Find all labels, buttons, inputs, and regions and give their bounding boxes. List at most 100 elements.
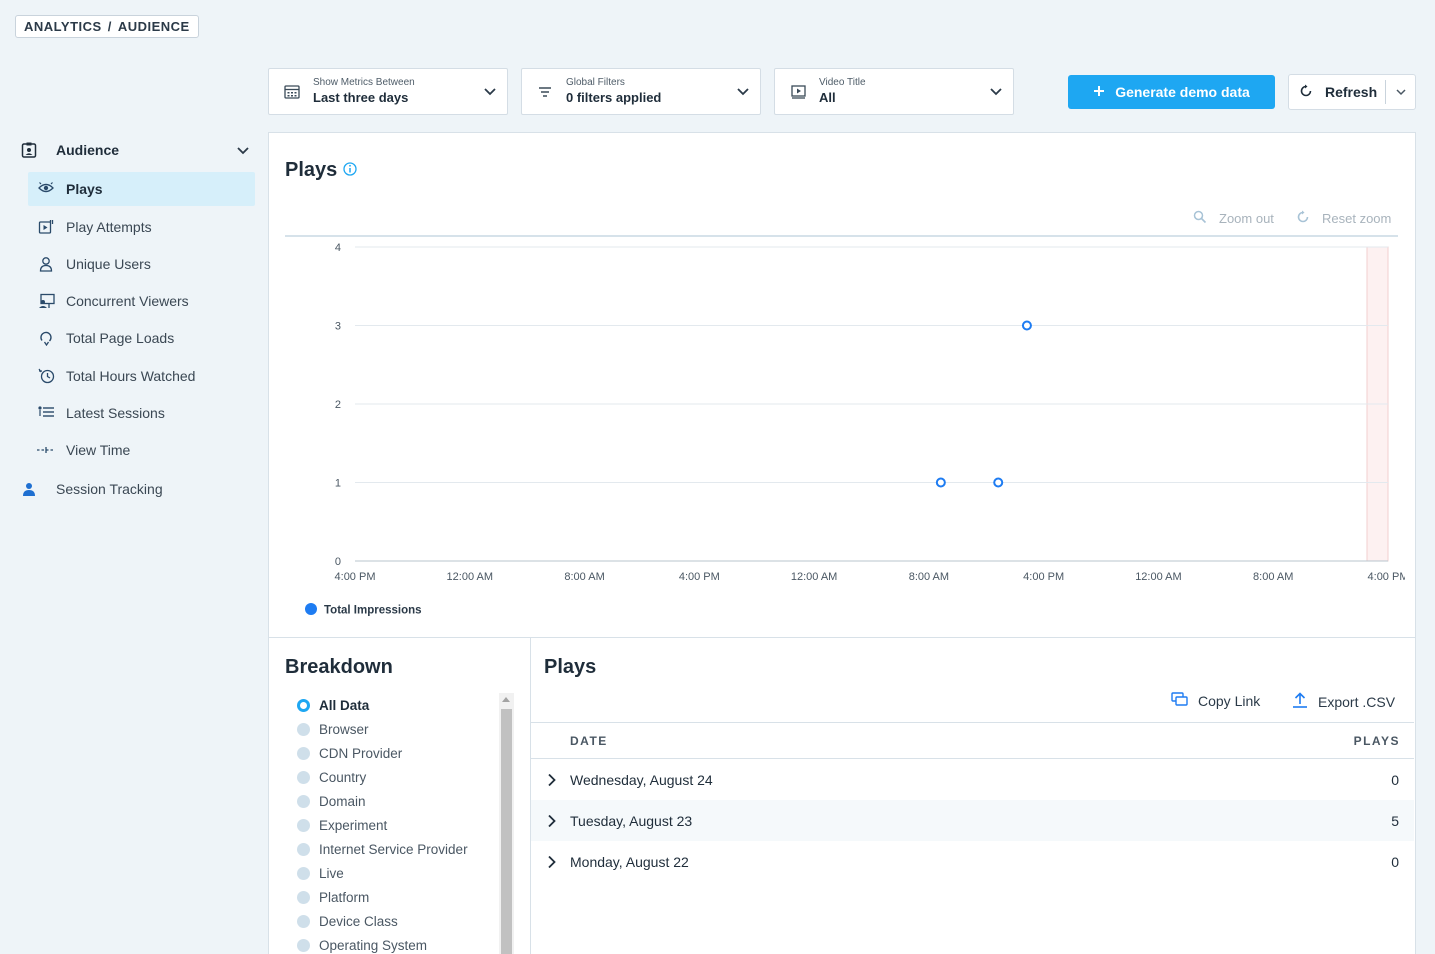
zoom-out-button[interactable]: Zoom out [1193,210,1274,227]
user-icon [37,255,55,273]
scroll-up-arrow-icon[interactable] [502,697,510,702]
breakdown-option-platform[interactable]: Platform [297,887,369,907]
sidebar-item-plays[interactable]: Plays [28,172,255,206]
sidebar-item-label: View Time [66,442,131,458]
copy-link-label: Copy Link [1198,693,1261,709]
sidebar-item-latest-sessions[interactable]: Latest Sessions [28,396,255,430]
breakdown-scrollbar[interactable] [499,693,514,954]
info-icon[interactable] [343,159,357,182]
sidebar-item-session-tracking[interactable]: Session Tracking [20,474,256,504]
row-plays: 0 [1391,771,1399,788]
data-point[interactable] [1021,320,1032,331]
eye-icon [37,180,55,198]
breakdown-option-experiment[interactable]: Experiment [297,815,387,835]
table-row[interactable]: Monday, August 22 0 [531,841,1414,882]
refresh-options-button[interactable] [1386,86,1415,98]
sidebar-item-label: Plays [66,181,103,197]
video-title-value: All [819,90,836,105]
chevron-right-icon[interactable] [547,855,557,872]
refresh-button-group: Refresh [1288,74,1416,110]
person-icon [20,480,38,498]
breakdown-option-isp[interactable]: Internet Service Provider [297,839,468,859]
x-tick-label: 4:00 PM [1023,571,1064,583]
export-csv-button[interactable]: Export .CSV [1292,692,1395,711]
reset-zoom-label: Reset zoom [1322,211,1392,226]
breakdown-option-label: All Data [319,697,370,713]
sidebar-item-concurrent-viewers[interactable]: Concurrent Viewers [28,284,255,318]
sidebar-item-total-hours-watched[interactable]: Total Hours Watched [28,359,255,393]
breakdown-option-all-data[interactable]: All Data [297,695,369,715]
video-icon [789,83,807,101]
sidebar-group-audience[interactable]: Audience [20,135,256,165]
metrics-range-dropdown[interactable]: Show Metrics Between Last three days [268,68,508,115]
radio-button [297,914,310,928]
x-tick-label: 8:00 AM [909,571,949,583]
chevron-down-icon [1395,89,1406,96]
sidebar-item-label: Unique Users [66,256,151,272]
breakdown-option-operating-system[interactable]: Operating System [297,935,427,954]
radio-button-selected [297,698,310,712]
breadcrumb-analytics[interactable]: ANALYTICS [24,16,102,37]
reset-zoom-button[interactable]: Reset zoom [1296,210,1391,227]
chevron-right-icon[interactable] [547,773,557,790]
breakdown-option-cdn-provider[interactable]: CDN Provider [297,743,402,763]
x-tick-label: 12:00 AM [791,571,837,583]
radio-button [297,794,310,808]
sidebar-item-label: Total Hours Watched [66,368,196,384]
search-icon [1193,210,1207,227]
plus-icon [1093,84,1105,100]
x-tick-label: 12:00 AM [447,571,493,583]
column-header-plays[interactable]: PLAYS [1354,734,1400,748]
refresh-icon [1299,84,1313,101]
table-row[interactable]: Wednesday, August 24 0 [531,759,1414,800]
sidebar-item-total-page-loads[interactable]: Total Page Loads [28,321,255,355]
breadcrumb: ANALYTICS / AUDIENCE [15,15,199,38]
breakdown-option-label: Domain [319,793,366,809]
chart-legend[interactable]: Total Impressions [305,603,422,617]
refresh-button[interactable]: Refresh [1289,84,1385,101]
breakdown-option-browser[interactable]: Browser [297,719,369,739]
sidebar-item-view-time[interactable]: View Time [28,433,255,467]
scrollbar-thumb[interactable] [501,709,512,954]
sidebar-item-label: Latest Sessions [66,405,165,421]
row-date: Wednesday, August 24 [570,771,713,788]
radio-button [297,770,310,784]
chevron-down-icon [736,84,750,103]
video-title-dropdown[interactable]: Video Title All [774,68,1014,115]
radio-button [297,746,310,760]
copy-link-button[interactable]: Copy Link [1171,692,1260,710]
breakdown-option-country[interactable]: Country [297,767,366,787]
breakdown-option-domain[interactable]: Domain [297,791,366,811]
data-point[interactable] [935,477,946,488]
row-plays: 5 [1391,812,1399,829]
chevron-right-icon[interactable] [547,814,557,831]
plays-chart: 0 1 2 3 4 4:00 PM 12:00 AM 8:00 AM 4:00 PM 12:00… [305,242,1405,617]
sidebar-item-label: Session Tracking [56,481,163,497]
breakdown-option-label: Internet Service Provider [319,841,468,857]
export-csv-label: Export .CSV [1318,693,1396,710]
global-filters-dropdown[interactable]: Global Filters 0 filters applied [521,68,761,115]
breakdown-option-label: Browser [319,721,369,737]
radio-button [297,938,310,952]
breadcrumb-separator: / [107,19,112,34]
sidebar-item-play-attempts[interactable]: Play Attempts [28,210,255,244]
zoom-out-label: Zoom out [1219,211,1274,226]
audience-icon [20,141,38,159]
clock-icon [37,367,55,385]
breakdown-title: Breakdown [285,656,393,678]
sidebar-group-audience-label: Audience [56,142,120,158]
sidebar-item-unique-users[interactable]: Unique Users [28,247,255,281]
radio-button [297,842,310,856]
table-row[interactable]: Tuesday, August 23 5 [531,800,1414,841]
y-tick-label: 2 [335,399,341,411]
y-tick-label: 3 [335,321,341,333]
column-header-date[interactable]: DATE [570,734,608,748]
generate-demo-data-button[interactable]: Generate demo data [1068,75,1275,109]
data-point[interactable] [993,477,1004,488]
breakdown-option-live[interactable]: Live [297,863,344,883]
x-tick-label: 8:00 AM [1253,571,1293,583]
row-plays: 0 [1391,853,1399,870]
radio-button [297,722,310,736]
y-tick-label: 1 [335,478,341,490]
breakdown-option-device-class[interactable]: Device Class [297,911,398,931]
